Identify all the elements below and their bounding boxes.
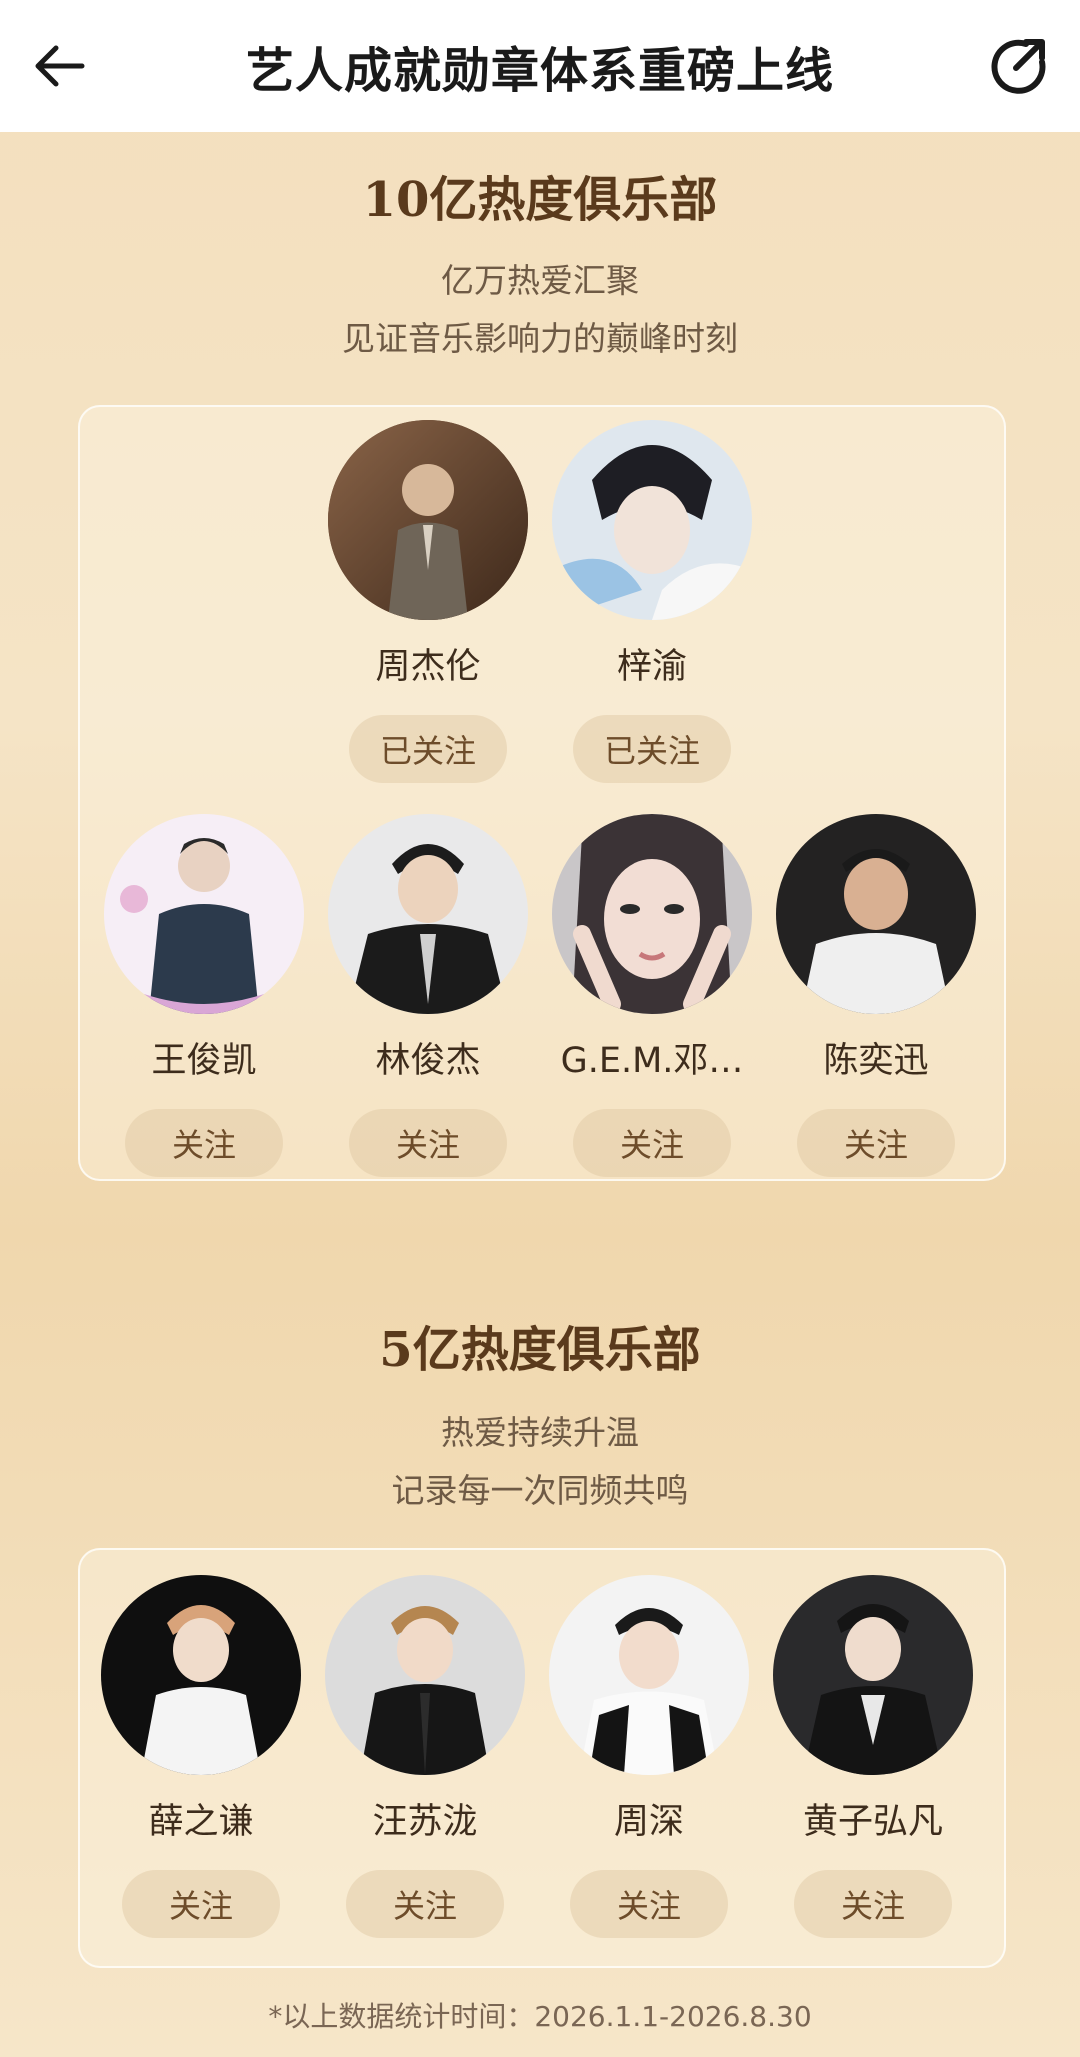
artist-card[interactable]: 梓渝 已关注 [552,420,752,783]
avatar[interactable] [776,814,976,1014]
club1-subtitle-line2: 见证音乐影响力的巅峰时刻 [342,319,738,358]
follow-button[interactable]: 关注 [122,1870,280,1938]
follow-button[interactable]: 关注 [797,1109,955,1177]
artist-name[interactable]: 周深 [549,1793,749,1844]
arrow-left-icon[interactable] [30,34,94,98]
followed-button[interactable]: 已关注 [349,715,507,783]
avatar[interactable] [552,814,752,1014]
follow-button[interactable]: 关注 [573,1109,731,1177]
avatar[interactable] [328,814,528,1014]
artist-name[interactable]: 周杰伦 [328,638,528,689]
artist-card[interactable]: G.E.M.邓… 关注 [552,814,752,1177]
avatar[interactable] [773,1575,973,1775]
followed-button[interactable]: 已关注 [573,715,731,783]
avatar[interactable] [101,1575,301,1775]
avatar[interactable] [552,420,752,620]
artist-card[interactable]: 黄子弘凡 关注 [773,1575,973,1938]
artist-name[interactable]: 汪苏泷 [325,1793,525,1844]
artist-card[interactable]: 王俊凯 关注 [104,814,304,1177]
follow-button[interactable]: 关注 [349,1109,507,1177]
avatar[interactable] [104,814,304,1014]
club1-subtitle-line1: 亿万热爱汇聚 [441,261,639,300]
artist-name[interactable]: G.E.M.邓… [552,1032,752,1083]
club2-title: 5亿热度俱乐部 [379,1322,701,1378]
artist-card[interactable]: 汪苏泷 关注 [325,1575,525,1938]
artist-name[interactable]: 薛之谦 [101,1793,301,1844]
artist-name[interactable]: 陈奕迅 [776,1032,976,1083]
follow-button[interactable]: 关注 [125,1109,283,1177]
avatar[interactable] [325,1575,525,1775]
page-title: 艺人成就勋章体系重磅上线 [245,43,834,99]
club2-subtitle-line2: 记录每一次同频共鸣 [391,1471,689,1510]
avatar[interactable] [328,420,528,620]
artist-name[interactable]: 林俊杰 [328,1032,528,1083]
follow-button[interactable]: 关注 [794,1870,952,1938]
club1-title: 10亿热度俱乐部 [362,172,718,228]
artist-name[interactable]: 王俊凯 [104,1032,304,1083]
follow-button[interactable]: 关注 [570,1870,728,1938]
follow-button[interactable]: 关注 [346,1870,504,1938]
artist-card[interactable]: 陈奕迅 关注 [776,814,976,1177]
avatar[interactable] [549,1575,749,1775]
top-bar: 艺人成就勋章体系重磅上线 [0,0,1080,132]
artist-card[interactable]: 薛之谦 关注 [101,1575,301,1938]
artist-card[interactable]: 周深 关注 [549,1575,749,1938]
share-icon[interactable] [986,34,1050,98]
artist-card[interactable]: 周杰伦 已关注 [328,420,528,783]
artist-name[interactable]: 黄子弘凡 [773,1793,973,1844]
artist-card[interactable]: 林俊杰 关注 [328,814,528,1177]
club2-subtitle-line1: 热爱持续升温 [441,1413,639,1452]
artist-name[interactable]: 梓渝 [552,638,752,689]
data-period-footnote: *以上数据统计时间：2026.1.1-2026.8.30 [268,2000,812,2033]
